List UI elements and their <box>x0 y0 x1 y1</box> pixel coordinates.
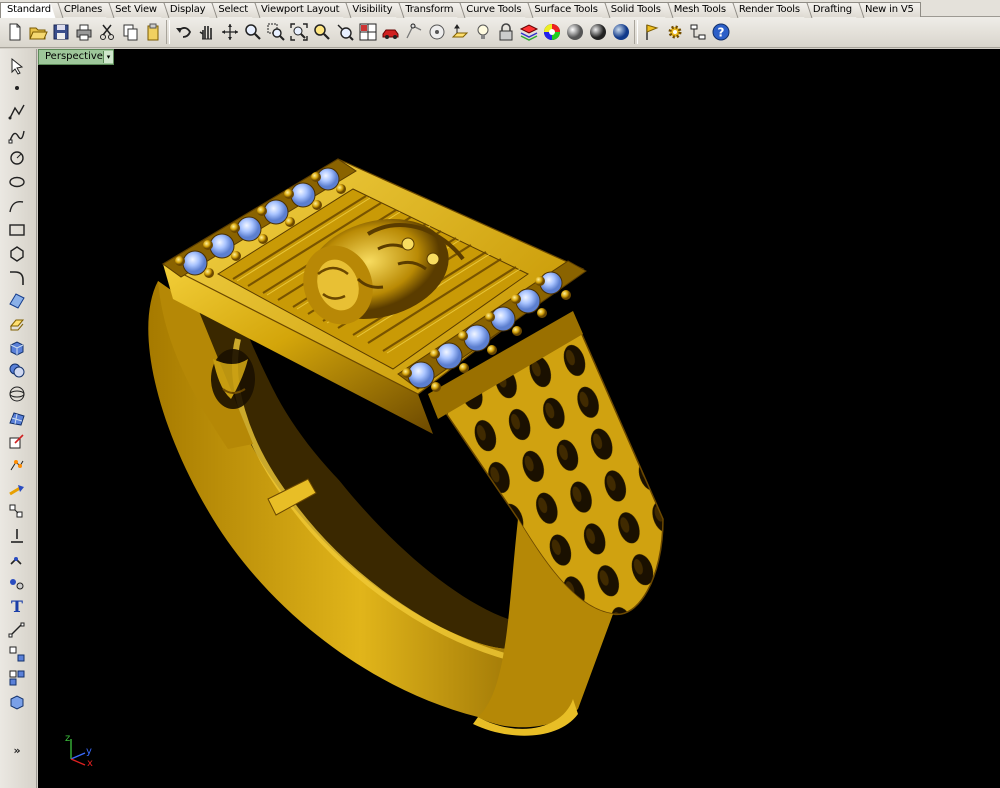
render-sphere-icon[interactable] <box>609 20 632 45</box>
tab-curve-tools[interactable]: Curve Tools <box>459 2 529 17</box>
tab-viewport-layout[interactable]: Viewport Layout <box>254 2 347 17</box>
tab-display[interactable]: Display <box>162 2 213 17</box>
viewport-title-label: Perspective <box>45 51 103 62</box>
tab-transform[interactable]: Transform <box>398 2 461 17</box>
open-folder-icon[interactable] <box>26 20 49 45</box>
ellipse-icon[interactable] <box>5 171 29 193</box>
toolbar-separator <box>166 20 170 44</box>
zoom-selected-icon[interactable] <box>310 20 333 45</box>
mesh-icon[interactable] <box>5 407 29 429</box>
gear-options-icon[interactable] <box>663 20 686 45</box>
svg-text:»: » <box>13 744 20 757</box>
properties-icon[interactable] <box>686 20 709 45</box>
tab-mesh-tools[interactable]: Mesh Tools <box>666 2 733 17</box>
rectangle-icon[interactable] <box>5 219 29 241</box>
tab-select[interactable]: Select <box>211 2 255 17</box>
tab-solid-tools[interactable]: Solid Tools <box>603 2 668 17</box>
ring-model <box>148 158 664 736</box>
world-axes-widget: z y x <box>63 729 103 769</box>
zoom-extents-icon[interactable] <box>287 20 310 45</box>
axis-x-label: x <box>87 758 93 769</box>
viewport-menu-arrow-icon[interactable]: ▾ <box>103 51 113 63</box>
polyline-icon[interactable] <box>5 101 29 123</box>
toolbar-separator <box>634 20 638 44</box>
dimension-icon[interactable] <box>5 619 29 641</box>
tab-cplanes[interactable]: CPlanes <box>56 2 110 17</box>
sphere-icon[interactable] <box>5 383 29 405</box>
extrude-icon[interactable] <box>5 313 29 335</box>
polygon-icon[interactable] <box>5 243 29 265</box>
shaded-sphere-icon[interactable] <box>586 20 609 45</box>
undo-icon[interactable] <box>172 20 195 45</box>
point-icon[interactable] <box>5 77 29 99</box>
tab-drafting[interactable]: Drafting <box>805 2 859 17</box>
osnap-icon[interactable] <box>425 20 448 45</box>
transform-icon[interactable] <box>5 643 29 665</box>
grid-snap-icon[interactable] <box>402 20 425 45</box>
car-icon[interactable] <box>379 20 402 45</box>
render-icon[interactable] <box>5 691 29 713</box>
tab-visibility[interactable]: Visibility <box>345 2 400 17</box>
gumball-icon[interactable] <box>5 431 29 453</box>
zoom-dynamic-icon[interactable] <box>264 20 287 45</box>
circle-icon[interactable] <box>5 147 29 169</box>
perspective-viewport[interactable]: Perspective ▾ z y x <box>38 49 1000 788</box>
axis-y-label: y <box>86 746 92 757</box>
save-icon[interactable] <box>49 20 72 45</box>
tab-render-tools[interactable]: Render Tools <box>731 2 807 17</box>
boolean-icon[interactable] <box>5 359 29 381</box>
paste-icon[interactable] <box>141 20 164 45</box>
box-solid-icon[interactable] <box>5 337 29 359</box>
flag-icon[interactable] <box>640 20 663 45</box>
help-icon[interactable]: ? <box>709 20 732 45</box>
rendered-sphere-icon[interactable] <box>563 20 586 45</box>
rotate-view-icon[interactable] <box>218 20 241 45</box>
join-icon[interactable] <box>5 549 29 571</box>
tab-standard[interactable]: Standard <box>0 2 58 18</box>
tab-new-in-v5[interactable]: New in V5 <box>857 2 921 17</box>
select-arrow-icon[interactable] <box>5 55 29 77</box>
layer-icon[interactable] <box>517 20 540 45</box>
zoom-target-icon[interactable] <box>333 20 356 45</box>
move-icon[interactable] <box>5 479 29 501</box>
lock-icon[interactable] <box>494 20 517 45</box>
four-viewports-icon[interactable] <box>356 20 379 45</box>
svg-text:?: ? <box>717 26 724 40</box>
split-icon[interactable] <box>5 525 29 547</box>
edit-points-icon[interactable] <box>5 455 29 477</box>
trim-icon[interactable] <box>5 573 29 595</box>
blocks-icon[interactable] <box>5 667 29 689</box>
print-icon[interactable] <box>72 20 95 45</box>
zoom-window-icon[interactable] <box>241 20 264 45</box>
surface-icon[interactable] <box>5 289 29 311</box>
main-left-toolbar: T» <box>0 49 37 788</box>
new-file-icon[interactable] <box>3 20 26 45</box>
arc-icon[interactable] <box>5 195 29 217</box>
light-bulb-icon[interactable] <box>471 20 494 45</box>
tab-surface-tools[interactable]: Surface Tools <box>527 2 605 17</box>
curve-icon[interactable] <box>5 125 29 147</box>
standard-toolbar: ? <box>0 17 1000 48</box>
toolbar-tab-strip: Standard CPlanes Set View Display Select View… <box>0 0 1000 18</box>
fillet-curve-icon[interactable] <box>5 267 29 289</box>
text-icon[interactable]: T <box>5 595 29 617</box>
pan-hand-icon[interactable] <box>195 20 218 45</box>
array-icon[interactable] <box>5 501 29 523</box>
more-icon[interactable]: » <box>5 739 29 761</box>
cplane-icon[interactable] <box>448 20 471 45</box>
viewport-title-tab[interactable]: Perspective ▾ <box>38 49 114 65</box>
svg-text:T: T <box>11 597 23 616</box>
cut-icon[interactable] <box>95 20 118 45</box>
copy-icon[interactable] <box>118 20 141 45</box>
tab-set-view[interactable]: Set View <box>108 2 164 17</box>
axis-z-label: z <box>65 733 71 744</box>
color-wheel-icon[interactable] <box>540 20 563 45</box>
